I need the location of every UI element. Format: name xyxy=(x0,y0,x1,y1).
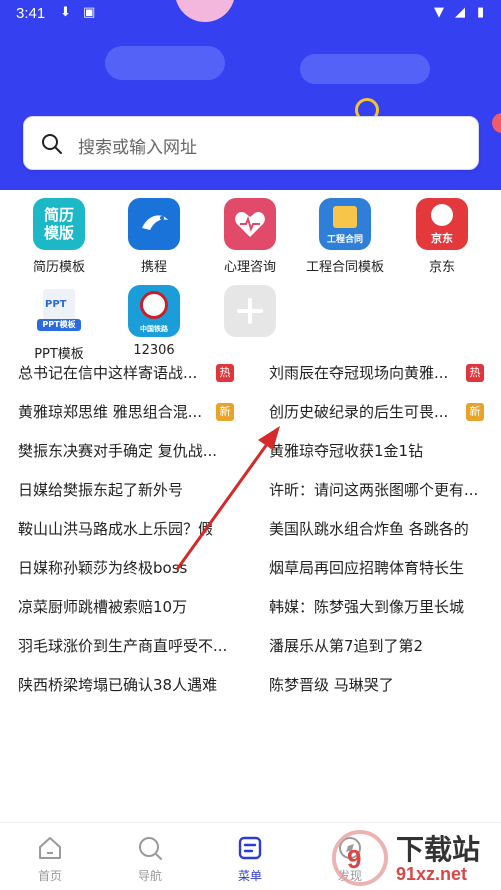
circle-decoration xyxy=(492,113,501,133)
news-item[interactable]: 羽毛球涨价到生产商直呼受不... xyxy=(18,635,227,656)
nav-menu[interactable]: 菜单 xyxy=(200,823,300,890)
search-placeholder: 搜索或输入网址 xyxy=(78,138,197,158)
battery-icon: ▮ xyxy=(477,5,485,20)
heart-icon xyxy=(224,198,276,250)
cloud-decoration xyxy=(300,54,430,84)
hot-badge: 热 xyxy=(216,364,234,382)
news-item[interactable]: 创历史破纪录的后生可畏... xyxy=(269,401,448,422)
app-12306[interactable]: 中国铁路 12306 xyxy=(109,285,199,358)
news-item[interactable]: 总书记在信中这样寄语战... xyxy=(18,362,197,383)
app-label: 京东 xyxy=(428,260,455,275)
news-item[interactable]: 鞍山山洪马路成水上乐园？假 xyxy=(18,518,213,539)
app-ctrip[interactable]: 携程 xyxy=(109,198,199,275)
header-banner: 3:41 ⬇ ▣ ▼ ◢ ▮ 搜索或输入网址 xyxy=(0,0,501,190)
app-psychological-consulting[interactable]: 心理咨询 xyxy=(205,198,295,275)
app-label: 携程 xyxy=(140,260,167,275)
app-label: 工程合同模板 xyxy=(305,260,384,275)
compass-icon xyxy=(139,837,162,860)
svg-text:9: 9 xyxy=(347,844,361,874)
news-item[interactable]: 日媒给樊振东起了新外号 xyxy=(18,479,183,500)
add-icon xyxy=(224,285,276,337)
status-bar: 3:41 ⬇ ▣ ▼ ◢ ▮ xyxy=(0,0,501,28)
search-icon xyxy=(42,134,62,154)
app-label: PPT模板 xyxy=(34,347,84,362)
news-item[interactable]: 许昕：请问这两张图哪个更有... xyxy=(269,479,478,500)
wifi-icon: ▼ xyxy=(434,5,444,20)
railway-icon: 中国铁路 xyxy=(128,285,180,337)
nav-label: 菜单 xyxy=(237,869,262,883)
news-item[interactable]: 黄雅琼夺冠收获1金1钻 xyxy=(269,440,423,461)
app-ppt-template[interactable]: PPT PPT模板 PPT模板 xyxy=(14,285,104,362)
news-item[interactable]: 烟草局再回应招聘体育特长生 xyxy=(269,557,464,578)
home-icon xyxy=(39,837,61,859)
app-contract-template[interactable]: 工程合同 工程合同模板 xyxy=(300,198,390,275)
cloud-decoration xyxy=(105,46,225,80)
app-label: 12306 xyxy=(133,343,175,358)
news-item[interactable]: 日媒称孙颖莎为终极boss xyxy=(18,557,187,578)
news-item[interactable]: 美国队跳水组合炸鱼 各跳各的 xyxy=(269,518,469,539)
status-time: 3:41 xyxy=(16,5,46,22)
nav-label: 首页 xyxy=(37,869,62,883)
app-resume-template[interactable]: 简历 模版 简历模板 xyxy=(14,198,104,275)
ppt-template-icon: PPT PPT模板 xyxy=(33,285,85,337)
resume-template-icon: 简历 模版 xyxy=(33,198,85,250)
news-item[interactable]: 潘展乐从第7追到了第2 xyxy=(269,635,423,656)
menu-icon xyxy=(238,836,262,860)
new-badge: 新 xyxy=(216,403,234,421)
news-item[interactable]: 陈梦晋级 马琳哭了 xyxy=(269,674,394,695)
app-label: 简历模板 xyxy=(32,260,85,275)
signal-icon: ◢ xyxy=(455,5,465,20)
watermark-emblem-icon: 9 xyxy=(332,830,388,886)
new-badge: 新 xyxy=(466,403,484,421)
notification-icon: ▣ xyxy=(83,5,96,20)
news-item[interactable]: 陕西桥梁垮塌已确认38人遇难 xyxy=(18,674,217,695)
search-input[interactable]: 搜索或输入网址 xyxy=(23,116,479,170)
watermark-domain: 91xz.net xyxy=(396,864,468,884)
watermark-logo: 9 下载站 91xz.net xyxy=(330,826,501,890)
nav-label: 导航 xyxy=(137,869,162,883)
add-app-button[interactable] xyxy=(205,285,295,337)
watermark-text: 下载站 xyxy=(396,833,481,866)
app-jd[interactable]: 京东 京东 xyxy=(397,198,487,275)
nav-home[interactable]: 首页 xyxy=(0,823,100,890)
jd-icon: 京东 xyxy=(416,198,468,250)
hot-badge: 热 xyxy=(466,364,484,382)
news-item[interactable]: 樊振东决赛对手确定 复仇战... xyxy=(18,440,217,461)
download-icon: ⬇ xyxy=(60,5,71,20)
nav-guide[interactable]: 导航 xyxy=(100,823,200,890)
contract-template-icon: 工程合同 xyxy=(319,198,371,250)
news-item[interactable]: 韩媒：陈梦强大到像万里长城 xyxy=(269,596,464,617)
news-item[interactable]: 凉菜厨师跳槽被索赔10万 xyxy=(18,596,187,617)
news-item[interactable]: 黄雅琼郑思维 雅思组合混... xyxy=(18,401,202,422)
ctrip-icon xyxy=(128,198,180,250)
app-label: 心理咨询 xyxy=(223,260,276,275)
news-item[interactable]: 刘雨辰在夺冠现场向黄雅... xyxy=(269,362,448,383)
